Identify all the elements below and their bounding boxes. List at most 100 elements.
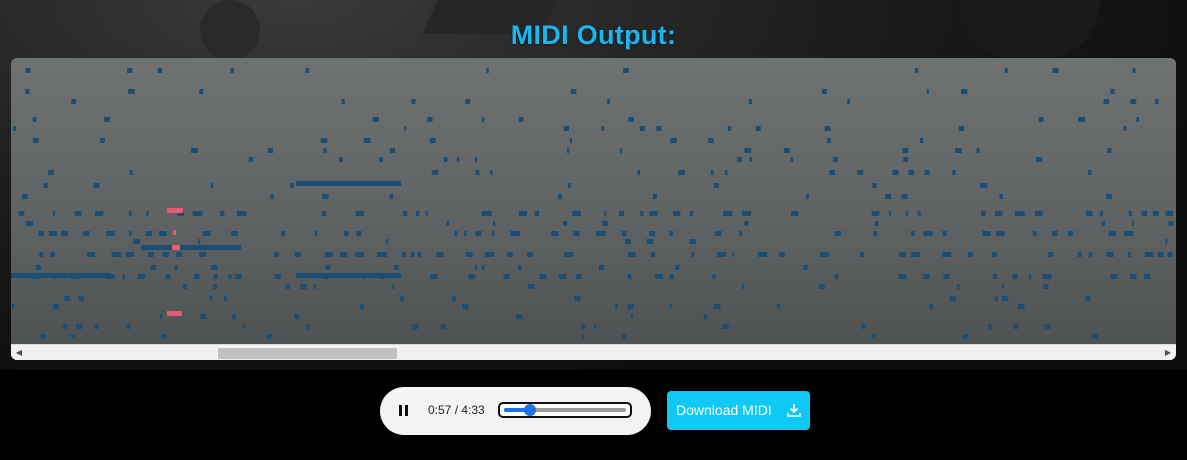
midi-note: [1107, 148, 1112, 153]
download-icon: [787, 404, 801, 417]
midi-note: [296, 181, 401, 186]
scroll-left-arrow-icon[interactable]: ◀: [11, 345, 27, 360]
midi-note: [992, 274, 998, 279]
midi-note: [901, 194, 908, 199]
midi-note: [314, 231, 318, 236]
midi-note: [228, 274, 232, 279]
midi-note: [1002, 284, 1005, 289]
midi-note: [427, 117, 433, 122]
midi-note: [129, 170, 133, 175]
midi-note: [11, 273, 111, 278]
seek-handle[interactable]: [523, 404, 536, 416]
midi-note: [436, 252, 444, 257]
midi-note: [1085, 296, 1091, 301]
midi-note: [507, 252, 513, 257]
midi-note: [732, 252, 735, 257]
midi-note: [32, 117, 37, 122]
midi-note: [463, 231, 467, 236]
piano-roll-container[interactable]: ◀ ▶: [11, 58, 1176, 360]
midi-note: [776, 304, 780, 309]
midi-note: [822, 89, 827, 94]
midi-note: [949, 296, 956, 301]
midi-note: [1108, 231, 1117, 236]
midi-note: [474, 157, 478, 162]
midi-note: [71, 334, 76, 339]
midi-note: [474, 265, 477, 270]
midi-note: [649, 211, 658, 216]
midi-note: [739, 231, 743, 236]
midi-note: [354, 252, 365, 257]
midi-note: [386, 239, 389, 244]
midi-note: [231, 231, 238, 236]
midi-note: [1123, 231, 1134, 236]
midi-note: [161, 334, 167, 339]
scroll-right-arrow-icon[interactable]: ▶: [1160, 345, 1176, 360]
midi-note: [981, 211, 986, 216]
midi-note: [755, 126, 761, 131]
midi-note: [1042, 274, 1052, 279]
midi-note: [35, 265, 41, 270]
midi-note: [159, 231, 167, 236]
midi-note: [527, 252, 533, 257]
midi-note: [691, 252, 694, 257]
piano-roll-notes: [11, 68, 1174, 339]
midi-note: [411, 252, 415, 257]
midi-note: [818, 284, 825, 289]
midi-note: [982, 231, 991, 236]
midi-note: [988, 324, 993, 329]
midi-note: [220, 211, 225, 216]
midi-note: [723, 211, 733, 216]
scroll-thumb[interactable]: [217, 348, 397, 359]
midi-note: [416, 211, 420, 216]
midi-note: [1110, 274, 1117, 279]
midi-note: [905, 211, 909, 216]
midi-note: [339, 252, 348, 257]
midi-note: [923, 231, 933, 236]
midi-note: [903, 157, 909, 162]
midi-note: [305, 68, 310, 73]
midi-note: [1128, 252, 1131, 257]
midi-note: [306, 324, 311, 329]
download-midi-button[interactable]: Download MIDI: [667, 391, 810, 430]
midi-note: [655, 274, 663, 279]
midi-note: [558, 194, 562, 199]
midi-note: [961, 89, 968, 94]
midi-note: [669, 274, 674, 279]
midi-note: [193, 274, 200, 279]
midi-note: [620, 148, 623, 153]
midi-note: [401, 252, 406, 257]
midi-note: [452, 296, 456, 301]
midi-note: [1077, 252, 1082, 257]
audio-player: 0:57 / 4:33: [380, 387, 651, 435]
midi-note: [744, 148, 752, 153]
midi-note: [145, 231, 152, 236]
midi-note: [210, 183, 213, 188]
midi-note: [13, 126, 16, 131]
seek-slider[interactable]: [498, 402, 632, 418]
pause-button[interactable]: [392, 399, 416, 423]
midi-note: [363, 138, 371, 143]
midi-note: [22, 194, 28, 199]
midi-note: [462, 304, 469, 309]
horizontal-scrollbar[interactable]: ◀ ▶: [11, 344, 1176, 360]
midi-note: [914, 68, 919, 73]
midi-note: [920, 138, 924, 143]
midi-note: [294, 314, 300, 319]
midi-note: [26, 221, 33, 226]
midi-note: [393, 265, 399, 270]
midi-note: [991, 252, 998, 257]
midi-note: [710, 170, 714, 175]
midi-note: [703, 314, 708, 319]
midi-note: [783, 148, 790, 153]
seek-track: [504, 404, 626, 416]
midi-note: [475, 231, 482, 236]
midi-note: [230, 68, 234, 73]
midi-note: [902, 148, 909, 153]
time-display: 0:57 / 4:33: [428, 403, 485, 417]
midi-note: [172, 245, 180, 250]
midi-note: [1167, 252, 1173, 257]
midi-note: [248, 157, 254, 162]
midi-note: [25, 68, 31, 73]
midi-note: [563, 221, 568, 226]
midi-note: [126, 252, 134, 257]
